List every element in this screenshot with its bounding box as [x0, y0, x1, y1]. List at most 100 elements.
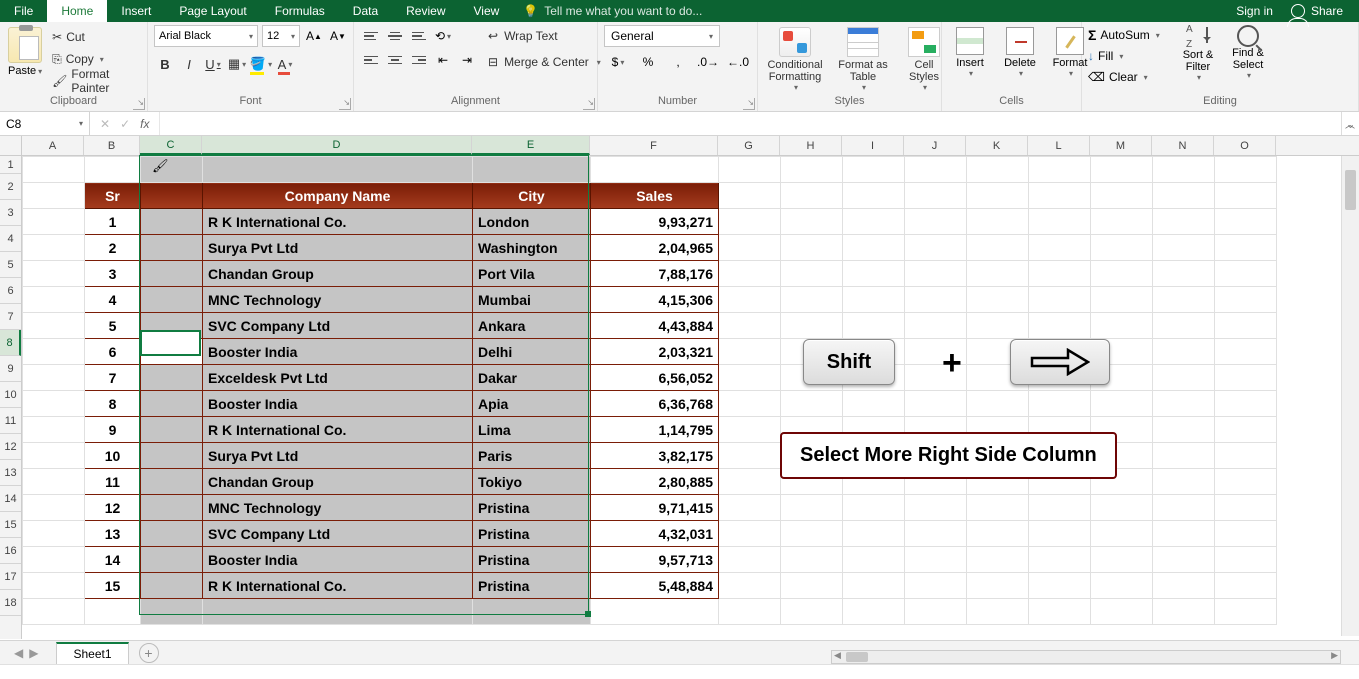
insert-function-button[interactable]: fx [140, 117, 149, 131]
cell-E7[interactable]: Ankara [473, 313, 591, 339]
cell-A16[interactable] [23, 547, 85, 573]
cell-A1[interactable] [23, 157, 85, 183]
cell-K10[interactable] [967, 391, 1029, 417]
cell-K6[interactable] [967, 287, 1029, 313]
cell-A18[interactable] [23, 599, 85, 625]
cell-D7[interactable]: SVC Company Ltd [203, 313, 473, 339]
cell-G1[interactable] [719, 157, 781, 183]
row-header-5[interactable]: 5 [0, 252, 21, 278]
cell-B7[interactable]: 5 [85, 313, 141, 339]
cell-K5[interactable] [967, 261, 1029, 287]
cell-C15[interactable] [141, 521, 203, 547]
cell-I18[interactable] [843, 599, 905, 625]
cell-J16[interactable] [905, 547, 967, 573]
vertical-scrollbar[interactable] [1341, 156, 1359, 636]
cell-O12[interactable] [1215, 443, 1277, 469]
cell-M17[interactable] [1091, 573, 1153, 599]
cell-F1[interactable] [591, 157, 719, 183]
tab-file[interactable]: File [0, 0, 47, 22]
row-header-1[interactable]: 1 [0, 156, 21, 174]
cell-D15[interactable]: SVC Company Ltd [203, 521, 473, 547]
cell-N17[interactable] [1153, 573, 1215, 599]
number-dialog-launcher[interactable]: ↘ [743, 98, 755, 110]
cell-O15[interactable] [1215, 521, 1277, 547]
cell-K14[interactable] [967, 495, 1029, 521]
row-header-13[interactable]: 13 [0, 460, 21, 486]
column-header-o[interactable]: O [1214, 136, 1276, 155]
cell-D2[interactable]: Company Name [203, 183, 473, 209]
cell-F10[interactable]: 6,36,768 [591, 391, 719, 417]
cell-J2[interactable] [905, 183, 967, 209]
cell-F9[interactable]: 6,56,052 [591, 365, 719, 391]
cell-C9[interactable] [141, 365, 203, 391]
cell-F18[interactable] [591, 599, 719, 625]
cell-M4[interactable] [1091, 235, 1153, 261]
cell-N8[interactable] [1153, 339, 1215, 365]
cell-O9[interactable] [1215, 365, 1277, 391]
cell-B17[interactable]: 15 [85, 573, 141, 599]
horizontal-scrollbar[interactable]: ◀ ▶ [831, 650, 1341, 664]
cell-M15[interactable] [1091, 521, 1153, 547]
cell-F17[interactable]: 5,48,884 [591, 573, 719, 599]
cell-N18[interactable] [1153, 599, 1215, 625]
column-header-h[interactable]: H [780, 136, 842, 155]
cell-E15[interactable]: Pristina [473, 521, 591, 547]
column-header-b[interactable]: B [84, 136, 140, 155]
formula-input[interactable] [160, 112, 1341, 135]
column-header-c[interactable]: C [140, 136, 202, 155]
cell-J5[interactable] [905, 261, 967, 287]
grow-font-button[interactable]: A▲ [304, 25, 324, 47]
cell-E9[interactable]: Dakar [473, 365, 591, 391]
cell-B15[interactable]: 13 [85, 521, 141, 547]
cell-styles-button[interactable]: Cell Styles▾ [900, 25, 948, 92]
cell-I15[interactable] [843, 521, 905, 547]
cell-H14[interactable] [781, 495, 843, 521]
cell-I3[interactable] [843, 209, 905, 235]
cell-L16[interactable] [1029, 547, 1091, 573]
cell-B12[interactable]: 10 [85, 443, 141, 469]
cell-F6[interactable]: 4,15,306 [591, 287, 719, 313]
font-dialog-launcher[interactable]: ↘ [339, 98, 351, 110]
cell-N15[interactable] [1153, 521, 1215, 547]
cell-H4[interactable] [781, 235, 843, 261]
format-painter-button[interactable]: 🖌Format Painter [48, 71, 141, 91]
row-header-9[interactable]: 9 [0, 356, 21, 382]
cell-M5[interactable] [1091, 261, 1153, 287]
cell-E14[interactable]: Pristina [473, 495, 591, 521]
tab-home[interactable]: Home [47, 0, 107, 22]
cell-M3[interactable] [1091, 209, 1153, 235]
cell-O18[interactable] [1215, 599, 1277, 625]
cell-A11[interactable] [23, 417, 85, 443]
font-name-select[interactable]: Arial Black▾ [154, 25, 258, 47]
increase-indent-button[interactable]: ⇥ [456, 49, 478, 71]
cell-N2[interactable] [1153, 183, 1215, 209]
cell-B18[interactable] [85, 599, 141, 625]
cell-D13[interactable]: Chandan Group [203, 469, 473, 495]
cell-L14[interactable] [1029, 495, 1091, 521]
cell-C13[interactable] [141, 469, 203, 495]
borders-button[interactable]: ▦▾ [226, 53, 248, 75]
cell-C17[interactable] [141, 573, 203, 599]
row-header-14[interactable]: 14 [0, 486, 21, 512]
row-header-8[interactable]: 8 [0, 330, 21, 356]
cell-J10[interactable] [905, 391, 967, 417]
cell-J4[interactable] [905, 235, 967, 261]
find-select-button[interactable]: Find & Select▾ [1226, 25, 1270, 82]
cell-O6[interactable] [1215, 287, 1277, 313]
cell-O11[interactable] [1215, 417, 1277, 443]
insert-cells-button[interactable]: Insert▾ [948, 25, 992, 78]
format-as-table-button[interactable]: Format as Table▾ [832, 25, 894, 92]
cell-O1[interactable] [1215, 157, 1277, 183]
cell-L6[interactable] [1029, 287, 1091, 313]
cell-F12[interactable]: 3,82,175 [591, 443, 719, 469]
cell-D5[interactable]: Chandan Group [203, 261, 473, 287]
cell-K18[interactable] [967, 599, 1029, 625]
cell-G6[interactable] [719, 287, 781, 313]
cell-A14[interactable] [23, 495, 85, 521]
cell-B14[interactable]: 12 [85, 495, 141, 521]
row-header-11[interactable]: 11 [0, 408, 21, 434]
cell-H10[interactable] [781, 391, 843, 417]
column-header-j[interactable]: J [904, 136, 966, 155]
accounting-format-button[interactable]: $▾ [604, 51, 632, 73]
row-header-2[interactable]: 2 [0, 174, 21, 200]
